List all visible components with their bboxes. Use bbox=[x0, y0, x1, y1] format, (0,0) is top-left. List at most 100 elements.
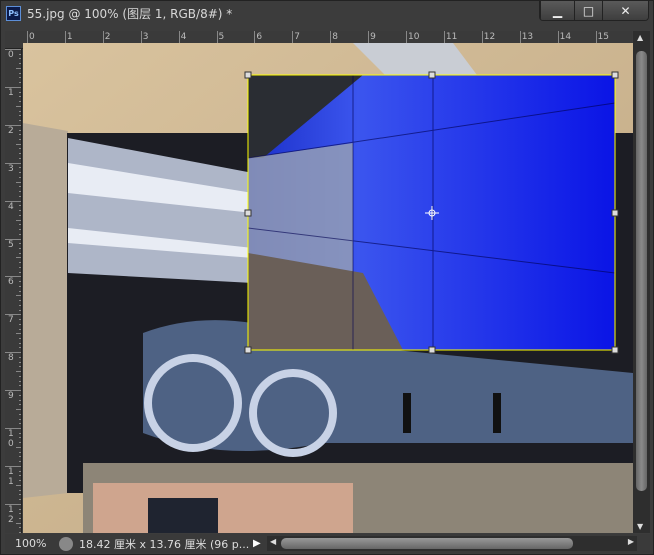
ruler-tick bbox=[19, 300, 21, 302]
ruler-tick bbox=[19, 423, 21, 425]
ruler-tick bbox=[5, 49, 21, 50]
ruler-label: 1 1 bbox=[8, 466, 14, 487]
ruler-tick bbox=[19, 437, 21, 439]
ruler-tick bbox=[19, 172, 21, 174]
scroll-down-icon[interactable]: ▼ bbox=[637, 522, 643, 531]
ruler-tick bbox=[19, 134, 21, 136]
ruler-label: 6 bbox=[256, 32, 263, 42]
ruler-tick bbox=[19, 186, 21, 188]
ruler-tick bbox=[19, 513, 21, 515]
photo bbox=[23, 43, 633, 533]
ruler-tick bbox=[19, 77, 21, 79]
ruler-tick bbox=[16, 409, 21, 411]
vertical-ruler[interactable]: 0 1 2 3 4 5 6 7 8 9 1 0 1 1 1 2 bbox=[5, 49, 22, 533]
ruler-tick bbox=[19, 418, 21, 420]
ruler-tick bbox=[19, 375, 21, 377]
ruler-tick bbox=[5, 162, 21, 164]
ruler-tick bbox=[19, 63, 21, 65]
ruler-label: 13 bbox=[521, 32, 534, 42]
ruler-tick bbox=[16, 371, 21, 373]
ruler-tick bbox=[19, 385, 21, 387]
ruler-label: 2 bbox=[8, 125, 14, 136]
status-menu-arrow-icon[interactable]: ▶ bbox=[253, 538, 261, 549]
ruler-label: 4 bbox=[180, 32, 187, 42]
image-canvas[interactable] bbox=[23, 43, 633, 533]
ruler-tick bbox=[19, 527, 21, 529]
status-bar: 100% 18.42 厘米 x 13.76 厘米 (96 p... ▶ ◀ ▶ bbox=[5, 534, 650, 553]
ruler-label: 12 bbox=[483, 32, 496, 42]
scroll-right-icon[interactable]: ▶ bbox=[628, 537, 634, 546]
ruler-label: 11 bbox=[445, 32, 458, 42]
ruler-tick bbox=[19, 176, 21, 178]
ruler-tick bbox=[19, 243, 21, 245]
ruler-tick bbox=[19, 53, 21, 55]
ruler-label: 5 bbox=[8, 239, 14, 250]
ruler-tick bbox=[19, 451, 21, 453]
horizontal-scroll-thumb[interactable] bbox=[281, 538, 573, 549]
ruler-tick bbox=[19, 347, 21, 349]
ruler-tick bbox=[16, 67, 21, 69]
scroll-up-icon[interactable]: ▲ bbox=[637, 33, 643, 42]
ruler-tick bbox=[5, 428, 21, 429]
ruler-tick bbox=[19, 404, 21, 406]
ruler-tick bbox=[19, 281, 21, 283]
ruler-label: 10 bbox=[408, 32, 420, 42]
photoshop-icon: Ps bbox=[6, 5, 21, 21]
document-profile-icon[interactable] bbox=[59, 536, 73, 551]
ruler-tick bbox=[19, 139, 21, 140]
ruler-label: 5 bbox=[218, 32, 225, 42]
close-button[interactable]: ✕ bbox=[602, 1, 648, 20]
ruler-tick bbox=[19, 470, 21, 472]
ruler-label: 1 0 bbox=[8, 429, 14, 449]
ruler-tick bbox=[16, 257, 21, 259]
ruler-tick bbox=[16, 143, 21, 145]
ruler-tick bbox=[19, 442, 21, 444]
ruler-tick bbox=[19, 337, 21, 339]
ruler-tick bbox=[19, 323, 21, 325]
zoom-level[interactable]: 100% bbox=[5, 537, 53, 550]
ruler-tick bbox=[5, 465, 21, 467]
ruler-tick bbox=[19, 58, 21, 60]
ruler-tick bbox=[19, 191, 21, 193]
ruler-tick bbox=[19, 366, 21, 368]
ruler-label: 14 bbox=[559, 32, 572, 42]
ruler-label: 7 bbox=[294, 32, 301, 42]
ruler-tick bbox=[19, 91, 21, 93]
horizontal-scrollbar[interactable]: ◀ ▶ bbox=[267, 536, 637, 551]
ruler-tick bbox=[19, 518, 21, 519]
vertical-scrollbar[interactable]: ▲ ▼ bbox=[633, 31, 650, 533]
ruler-tick bbox=[5, 86, 21, 88]
ruler-tick bbox=[19, 214, 21, 216]
ruler-tick bbox=[19, 153, 21, 155]
ruler-tick bbox=[5, 200, 21, 202]
ruler-tick bbox=[19, 309, 21, 311]
ruler-tick bbox=[19, 271, 21, 273]
ruler-tick bbox=[19, 210, 21, 212]
maximize-button[interactable]: □ bbox=[574, 1, 602, 20]
minimize-button[interactable]: ▁ bbox=[540, 1, 574, 20]
ruler-tick bbox=[19, 499, 21, 501]
ruler-tick bbox=[19, 328, 21, 330]
ruler-tick bbox=[5, 238, 21, 240]
ruler-tick bbox=[19, 157, 21, 159]
ruler-tick bbox=[19, 129, 21, 131]
ruler-tick bbox=[19, 461, 21, 463]
ruler-label: 0 bbox=[8, 50, 14, 60]
ruler-tick bbox=[19, 475, 21, 477]
ruler-label: 9 bbox=[370, 32, 376, 42]
ruler-tick bbox=[5, 390, 21, 392]
ruler-label: 15 bbox=[597, 32, 609, 42]
ruler-tick bbox=[19, 394, 21, 396]
title-bar[interactable]: Ps 55.jpg @ 100% (图层 1, RGB/8#) * ▁ □ ✕ bbox=[1, 1, 653, 25]
ruler-tick bbox=[19, 247, 21, 249]
ruler-tick bbox=[19, 262, 21, 264]
scroll-left-icon[interactable]: ◀ bbox=[270, 537, 276, 546]
ruler-label: 6 bbox=[8, 277, 14, 288]
ruler-tick bbox=[16, 105, 21, 107]
ruler-tick bbox=[16, 333, 21, 335]
vertical-scroll-thumb[interactable] bbox=[636, 51, 647, 491]
ruler-label: 9 bbox=[8, 391, 14, 402]
ruler-label: 8 bbox=[332, 32, 338, 42]
document-window: Ps 55.jpg @ 100% (图层 1, RGB/8#) * ▁ □ ✕ … bbox=[0, 0, 654, 555]
ruler-label: 4 bbox=[8, 201, 14, 212]
